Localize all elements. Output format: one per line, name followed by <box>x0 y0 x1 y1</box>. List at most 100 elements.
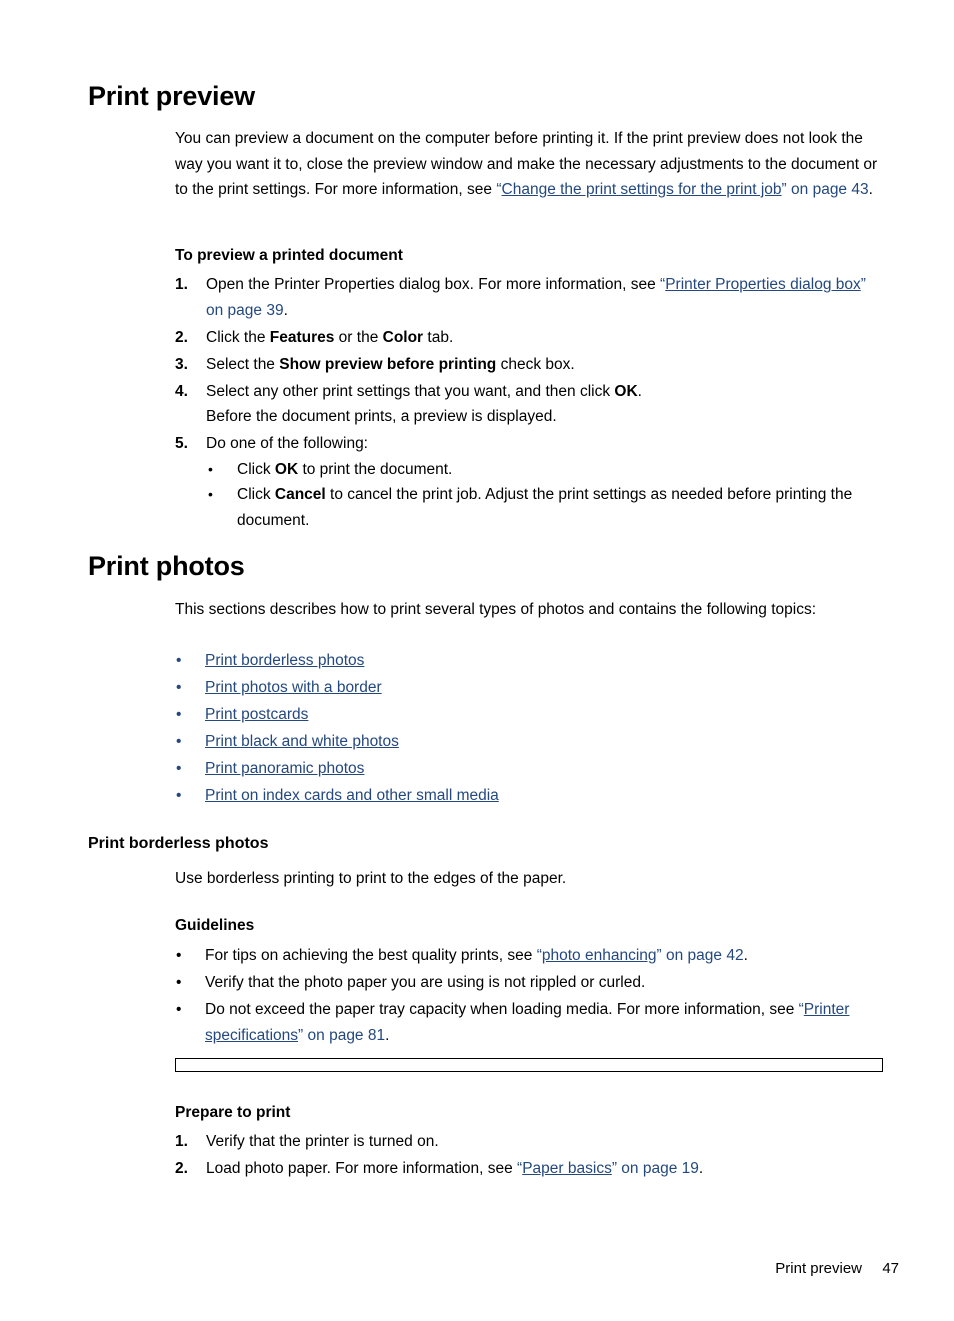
sub-text-before: Click <box>237 460 275 478</box>
list-item[interactable]: • Print panoramic photos <box>175 756 887 782</box>
footer-section-title: Print preview <box>775 1260 862 1277</box>
bullet-icon: • <box>176 760 182 777</box>
list-item[interactable]: • Print borderless photos <box>175 648 887 674</box>
step-content: Select the Show preview before printing … <box>206 352 887 378</box>
list-item[interactable]: • Print on index cards and other small me… <box>175 783 887 809</box>
footer-page-number: 47 <box>882 1260 899 1277</box>
bold-cancel-button: Cancel <box>274 486 326 503</box>
step-content: Open the Printer Properties dialog box. … <box>206 272 887 323</box>
quote-close: ” <box>860 276 866 293</box>
prepare-step-1: 1. Verify that the printer is turned on. <box>175 1129 887 1155</box>
guideline-text-after: . <box>743 947 748 964</box>
borderless-intro-paragraph: Use borderless printing to print to the … <box>175 870 567 887</box>
step-number: 1. <box>175 1133 188 1150</box>
step-number: 1. <box>175 276 188 293</box>
list-item[interactable]: • Print postcards <box>175 702 887 728</box>
step-content: Select any other print settings that you… <box>206 379 887 430</box>
step-text-after: . <box>637 382 642 400</box>
step-number: 3. <box>175 355 188 373</box>
step-content: Click the Features or the Color tab. <box>206 325 887 351</box>
step-text-after: . <box>283 301 288 319</box>
guideline-link-suffix: on page 81 <box>303 1026 386 1044</box>
bullet-icon: • <box>176 706 182 723</box>
subheading-print-borderless-photos: Print borderless photos <box>88 835 269 852</box>
procedure-step-2: 2. Click the Features or the Color tab. <box>175 325 887 351</box>
guideline-text-after: . <box>385 1026 390 1044</box>
step-text-before: Verify that the printer is turned on. <box>206 1133 439 1150</box>
bullet-icon: • <box>176 974 182 991</box>
step-link-suffix: on page 19 <box>617 1160 699 1177</box>
link-print-black-and-white-photos[interactable]: Print black and white photos <box>205 733 399 750</box>
bullet-icon: • <box>176 652 182 669</box>
prepare-to-print-title: Prepare to print <box>175 1104 291 1121</box>
print-photos-intro-paragraph: This sections describes how to print sev… <box>175 601 817 618</box>
step-5-sub-bullet-cancel: • Click Cancel to cancel the print job. A… <box>206 482 887 533</box>
step-text-after: tab. <box>423 328 454 346</box>
prepare-step-2: 2. Load photo paper. For more informatio… <box>175 1156 887 1182</box>
guidelines-title: Guidelines <box>175 917 255 934</box>
bold-features-tab: Features <box>269 328 335 346</box>
bullet-icon: • <box>208 486 213 502</box>
procedure-step-3: 3. Select the Show preview before printi… <box>175 352 887 378</box>
bullet-icon: • <box>176 947 182 964</box>
step-text-after: . <box>698 1160 704 1177</box>
link-print-borderless-photos[interactable]: Print borderless photos <box>205 652 364 669</box>
bold-color-tab: Color <box>382 328 424 346</box>
print-preview-intro-paragraph: You can preview a document on the comput… <box>175 126 887 203</box>
step-text-before: Load photo paper. For more information, … <box>206 1160 518 1177</box>
step-text-mid: or the <box>334 328 383 346</box>
note-callout-box <box>175 1058 883 1072</box>
guideline-text-before: Do not exceed the paper tray capacity wh… <box>205 1001 799 1018</box>
guideline-text-before: For tips on achieving the best quality p… <box>205 947 537 964</box>
procedure-step-1: 1. Open the Printer Properties dialog bo… <box>175 272 887 323</box>
print-photos-topic-list: • Print borderless photos • Print photos w… <box>175 648 887 810</box>
step-text-before: Select any other print settings that you… <box>206 382 615 400</box>
bullet-icon: • <box>176 733 182 750</box>
step-number: 5. <box>175 435 188 452</box>
link-printer-properties-dialog-box[interactable]: Printer Properties dialog box <box>665 276 861 293</box>
sub-text-after: to cancel the print job. Adjust the prin… <box>237 486 853 529</box>
procedure-step-4: 4. Select any other print settings that … <box>175 379 887 430</box>
page-title-print-photos: Print photos <box>88 551 245 581</box>
page-footer: Print preview 47 <box>0 1258 954 1282</box>
link-print-postcards[interactable]: Print postcards <box>205 706 308 723</box>
list-item[interactable]: • Print black and white photos <box>175 729 887 755</box>
link-print-panoramic-photos[interactable]: Print panoramic photos <box>205 760 364 777</box>
step-5-sub-bullet-ok: • Click OK to print the document. <box>206 457 887 483</box>
page-title-print-preview: Print preview <box>88 81 255 111</box>
guideline-text-before: Verify that the photo paper you are usin… <box>205 974 646 991</box>
sub-text-after: to print the document. <box>298 460 453 478</box>
step-number: 4. <box>175 382 188 400</box>
document-page: Print preview You can preview a document… <box>0 0 954 1321</box>
bold-show-preview-checkbox-label: Show preview before printing <box>279 355 497 373</box>
intro-text-end: . <box>868 181 873 198</box>
link-print-on-index-cards-and-other-small-media[interactable]: Print on index cards and other small med… <box>205 787 499 804</box>
guideline-link-suffix: on page 42 <box>661 947 744 964</box>
step-content: Load photo paper. For more information, … <box>206 1156 887 1182</box>
list-item[interactable]: • Print photos with a border <box>175 675 887 701</box>
bold-ok-button: OK <box>614 382 638 400</box>
step-number: 2. <box>175 1160 188 1177</box>
sub-text-before: Click <box>237 486 275 503</box>
link-change-print-settings[interactable]: Change the print settings for the print … <box>502 181 782 198</box>
procedure-title-preview-document: To preview a printed document <box>175 247 403 264</box>
step-content: Verify that the printer is turned on. <box>206 1129 887 1155</box>
step-text-after: check box. <box>496 355 575 373</box>
intro-link-suffix: on page 43 <box>786 181 869 198</box>
step-text-before: Click the <box>206 328 270 346</box>
step-link-suffix: on page 39 <box>206 301 284 319</box>
bullet-icon: • <box>176 1001 182 1018</box>
list-item: • Verify that the photo paper you are usi… <box>175 970 887 996</box>
step-4-extra-line: Before the document prints, a preview is… <box>206 408 557 425</box>
preview-procedure-step-list: 1. Open the Printer Properties dialog bo… <box>175 272 887 535</box>
step-text-before: Do one of the following: <box>206 435 368 452</box>
bullet-icon: • <box>176 679 182 696</box>
link-photo-enhancing[interactable]: photo enhancing <box>542 947 657 964</box>
bullet-icon: • <box>208 460 213 477</box>
link-paper-basics[interactable]: Paper basics <box>522 1160 612 1177</box>
step-content: Do one of the following: • Click OK to pr… <box>206 431 887 533</box>
list-item: • Do not exceed the paper tray capacity w… <box>175 997 887 1048</box>
link-print-photos-with-a-border[interactable]: Print photos with a border <box>205 679 382 696</box>
guidelines-list: • For tips on achieving the best quality … <box>175 943 887 1050</box>
list-item: • For tips on achieving the best quality … <box>175 943 887 969</box>
